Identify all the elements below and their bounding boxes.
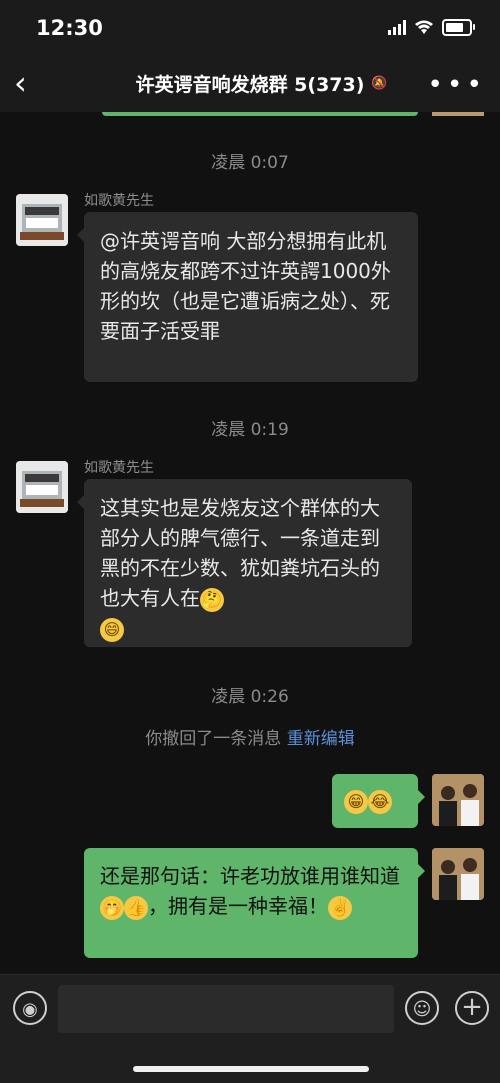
timestamp: 凌晨 0:19 bbox=[211, 420, 289, 440]
plus-icon[interactable]: + bbox=[455, 991, 489, 1025]
chat-title: 许英谔音响发烧群 5(373) bbox=[135, 74, 365, 96]
chat-area[interactable]: 凌晨 0:07 如歌黄先生 @许英谔音响 大部分想拥有此机的高烧友都跨不过许英諤… bbox=[0, 112, 500, 974]
recall-notice: 你撤回了一条消息 重新编辑 bbox=[0, 724, 500, 749]
sender-name: 如歌黄先生 bbox=[84, 460, 154, 476]
battery-icon bbox=[442, 19, 475, 36]
victory-emoji: ✌️ bbox=[328, 895, 352, 920]
avatar[interactable] bbox=[16, 194, 68, 246]
ellipsis-icon[interactable]: • • • bbox=[427, 70, 482, 100]
message-text-after: ，拥有是一种幸福！ bbox=[148, 894, 328, 918]
tears-joy-emoji: 😂 bbox=[368, 789, 392, 814]
emoji-message-bubble[interactable]: 😁 😂 bbox=[332, 774, 425, 828]
timestamp: 凌晨 0:26 bbox=[211, 687, 289, 707]
recall-text: 你撤回了一条消息 bbox=[145, 729, 282, 749]
previous-message-bubble[interactable] bbox=[102, 112, 418, 116]
smile-icon[interactable]: ☺ bbox=[405, 991, 439, 1025]
battery-fill bbox=[446, 23, 463, 32]
tape-machine-avatar bbox=[16, 461, 68, 513]
message-input[interactable] bbox=[58, 985, 394, 1033]
avatar[interactable] bbox=[432, 848, 484, 900]
voice-icon[interactable]: ◉ bbox=[13, 991, 47, 1025]
home-indicator bbox=[133, 1066, 369, 1072]
people-avatar bbox=[432, 774, 484, 826]
bell-slash-icon: 🔕 bbox=[371, 76, 388, 91]
people-avatar bbox=[432, 848, 484, 900]
avatar[interactable] bbox=[16, 461, 68, 513]
thinking-emoji: 🤔 bbox=[200, 587, 224, 612]
timestamp: 凌晨 0:07 bbox=[211, 153, 289, 173]
face-hand-emoji: 🤭 bbox=[100, 895, 124, 920]
previous-avatar[interactable] bbox=[432, 112, 484, 116]
thumbs-up-emoji: 👍 bbox=[124, 895, 148, 920]
system-icons bbox=[388, 19, 475, 36]
grin-emoji: 😁 bbox=[344, 789, 368, 814]
nav-bar: ‹ 许英谔音响发烧群 5(373) 🔕 • • • bbox=[0, 56, 500, 112]
avatar[interactable] bbox=[432, 774, 484, 826]
smile-emoji: 😄 bbox=[100, 617, 124, 642]
sender-name: 如歌黄先生 bbox=[84, 193, 154, 209]
message-bubble[interactable]: 还是那句话：许老功放谁用谁知道 🤭 👍 ，拥有是一种幸福！ ✌️ bbox=[84, 848, 425, 958]
message-bubble[interactable]: @许英谔音响 大部分想拥有此机的高烧友都跨不过许英諤1000外形的坎（也是它遭诟… bbox=[77, 212, 418, 382]
status-time: 12:30 bbox=[36, 16, 103, 40]
status-bar: 12:30 bbox=[0, 0, 500, 56]
message-text: 这其实也是发烧友这个群体的大部分人的脾气德行、一条道走到黑的不在少数、犹如粪坑石… bbox=[100, 496, 380, 610]
tape-machine-avatar bbox=[16, 194, 68, 246]
signal-icon bbox=[388, 20, 406, 35]
message-text: @许英谔音响 大部分想拥有此机的高烧友都跨不过许英諤1000外形的坎（也是它遭诟… bbox=[100, 229, 391, 343]
wifi-icon bbox=[415, 20, 433, 34]
message-bubble[interactable]: 这其实也是发烧友这个群体的大部分人的脾气德行、一条道走到黑的不在少数、犹如粪坑石… bbox=[77, 479, 412, 647]
message-text: 还是那句话：许老功放谁用谁知道 bbox=[100, 864, 400, 888]
reedit-link[interactable]: 重新编辑 bbox=[287, 729, 355, 749]
